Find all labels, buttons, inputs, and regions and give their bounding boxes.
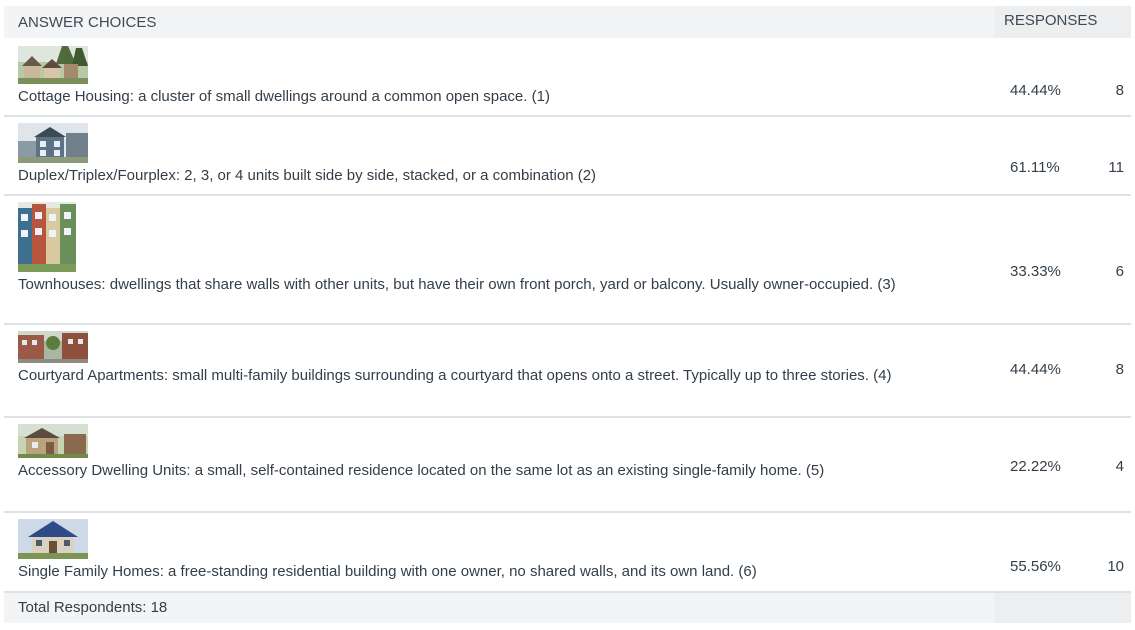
responses-cell: 44.44% 8 (994, 40, 1131, 115)
footer-responses-cell (994, 593, 1131, 623)
answer-choice-text: Duplex/Triplex/Fourplex: 2, 3, or 4 unit… (18, 167, 597, 184)
table-row: Townhouses: dwellings that share walls w… (4, 196, 1131, 325)
responses-cell: 55.56% 10 (994, 513, 1131, 591)
response-count: 11 (1108, 159, 1124, 176)
answer-choice-text: Townhouses: dwellings that share walls w… (18, 276, 896, 293)
table-footer: Total Respondents: 18 (4, 593, 1131, 623)
answer-choice-cell: Courtyard Apartments: small multi-family… (4, 325, 994, 416)
response-count: 8 (1115, 82, 1124, 99)
responses-cell: 33.33% 6 (994, 196, 1131, 323)
answer-choice-cell: Accessory Dwelling Units: a small, self-… (4, 418, 994, 511)
header-responses: RESPONSES (994, 6, 1131, 38)
single-family-home-photo-icon (18, 519, 88, 559)
response-count: 8 (1115, 361, 1124, 378)
accessory-dwelling-photo-icon (18, 424, 88, 458)
courtyard-apartments-photo-icon (18, 331, 88, 363)
response-percent: 33.33% (1010, 263, 1061, 280)
responses-cell: 44.44% 8 (994, 325, 1131, 416)
duplex-photo-icon (18, 123, 88, 163)
answer-choice-cell: Duplex/Triplex/Fourplex: 2, 3, or 4 unit… (4, 117, 994, 194)
response-percent: 44.44% (1010, 361, 1061, 378)
cottage-housing-photo-icon (18, 46, 88, 84)
header-answer-choices: ANSWER CHOICES (18, 14, 157, 31)
responses-cell: 61.11% 11 (994, 117, 1131, 194)
table-row: Courtyard Apartments: small multi-family… (4, 325, 1131, 418)
response-percent: 22.22% (1010, 458, 1061, 475)
table-row: Duplex/Triplex/Fourplex: 2, 3, or 4 unit… (4, 117, 1131, 196)
table-header: ANSWER CHOICES RESPONSES (4, 6, 1131, 40)
response-percent: 55.56% (1010, 558, 1061, 575)
table-row: Single Family Homes: a free-standing res… (4, 513, 1131, 593)
response-percent: 61.11% (1010, 159, 1060, 176)
answer-choice-cell: Townhouses: dwellings that share walls w… (4, 196, 994, 323)
response-percent: 44.44% (1010, 82, 1061, 99)
response-count: 10 (1107, 558, 1124, 575)
total-respondents: Total Respondents: 18 (18, 599, 168, 616)
response-count: 6 (1115, 263, 1124, 280)
response-count: 4 (1115, 458, 1124, 475)
answer-choice-text: Single Family Homes: a free-standing res… (18, 563, 757, 580)
survey-results-table: ANSWER CHOICES RESPONSES Cottage Housing… (0, 0, 1135, 630)
answer-choice-text: Courtyard Apartments: small multi-family… (18, 367, 892, 384)
answer-choice-cell: Single Family Homes: a free-standing res… (4, 513, 994, 591)
table-row: Accessory Dwelling Units: a small, self-… (4, 418, 1131, 513)
responses-cell: 22.22% 4 (994, 418, 1131, 511)
townhouses-photo-icon (18, 202, 76, 272)
answer-choice-cell: Cottage Housing: a cluster of small dwel… (4, 40, 994, 115)
answer-choice-text: Accessory Dwelling Units: a small, self-… (18, 462, 825, 479)
answer-choice-text: Cottage Housing: a cluster of small dwel… (18, 88, 550, 105)
table-row: Cottage Housing: a cluster of small dwel… (4, 40, 1131, 117)
